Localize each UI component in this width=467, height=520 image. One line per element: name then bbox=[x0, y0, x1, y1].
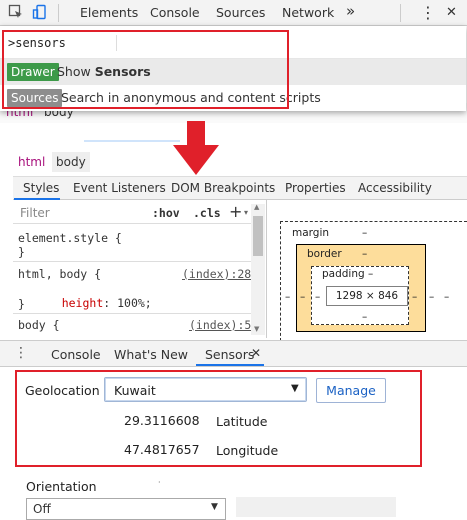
small-dot: · bbox=[158, 478, 161, 487]
drawer-tab-sensors[interactable]: Sensors bbox=[205, 347, 254, 362]
padding-left-value: – bbox=[315, 291, 321, 303]
css-property-name: height bbox=[61, 296, 104, 310]
source-link[interactable]: (index):5 bbox=[189, 318, 251, 332]
orientation-visual bbox=[236, 497, 396, 517]
tab-dom-breakpoints[interactable]: DOM Breakpoints bbox=[171, 181, 275, 195]
kebab-menu-icon[interactable]: ⋮ bbox=[420, 3, 436, 22]
css-property-value: 100%; bbox=[117, 296, 152, 310]
margin-right-value: – bbox=[444, 291, 450, 303]
styles-filter-row: Filter :hov .cls + ▾ bbox=[13, 202, 251, 224]
scrollbar-thumb[interactable] bbox=[253, 216, 263, 256]
scroll-up-arrow-icon[interactable]: ▲ bbox=[254, 203, 259, 211]
tab-elements[interactable]: Elements bbox=[80, 5, 138, 20]
drawer-tab-whats-new[interactable]: What's New bbox=[114, 347, 188, 362]
device-toolbar-icon[interactable] bbox=[32, 4, 48, 23]
orientation-label: Orientation bbox=[26, 479, 97, 494]
close-devtools-icon[interactable]: ✕ bbox=[446, 5, 457, 20]
margin-top-value: – bbox=[362, 227, 368, 239]
scroll-down-arrow-icon[interactable]: ▼ bbox=[254, 325, 259, 333]
sensors-tab-underline bbox=[196, 364, 264, 366]
inspect-element-icon[interactable] bbox=[8, 4, 24, 23]
drawer-tab-console[interactable]: Console bbox=[51, 347, 101, 362]
tab-properties[interactable]: Properties bbox=[285, 181, 346, 195]
class-toggle[interactable]: .cls bbox=[193, 206, 221, 220]
tab-console[interactable]: Console bbox=[150, 5, 200, 20]
rule-close: } bbox=[18, 297, 25, 311]
elements-subtabs: Styles Event Listeners DOM Breakpoints P… bbox=[13, 176, 467, 200]
border-top-value: – bbox=[362, 248, 368, 260]
padding-bottom-value: – bbox=[362, 311, 368, 323]
node-underline bbox=[84, 140, 180, 142]
crumb-html[interactable]: html bbox=[14, 152, 49, 172]
tab-accessibility[interactable]: Accessibility bbox=[358, 181, 432, 195]
hover-state-toggle[interactable]: :hov bbox=[152, 206, 180, 220]
red-down-arrow-icon bbox=[173, 121, 219, 175]
rule-divider bbox=[13, 261, 251, 262]
orientation-select[interactable]: Off ▼ bbox=[26, 498, 226, 520]
element-style-rule: element.style { bbox=[18, 231, 122, 245]
pane-divider[interactable] bbox=[266, 200, 267, 338]
padding-right-value: – bbox=[412, 291, 418, 303]
html-body-selector: html, body { bbox=[18, 267, 102, 281]
tab-network[interactable]: Network bbox=[282, 5, 334, 20]
tab-event-listeners[interactable]: Event Listeners bbox=[73, 181, 166, 195]
margin-left-value: – bbox=[285, 291, 291, 303]
devtools-toolbar: Elements Console Sources Network » ⋮ ✕ bbox=[0, 0, 467, 26]
chevron-down-icon: ▾ bbox=[244, 208, 249, 217]
border-label: border bbox=[307, 248, 342, 260]
margin-label: margin bbox=[292, 227, 330, 239]
border-right-value: – bbox=[429, 291, 435, 303]
drawer-menu-icon[interactable]: ⋮ bbox=[14, 345, 28, 361]
crumb-body[interactable]: body bbox=[52, 152, 90, 172]
more-tabs-chevron-icon[interactable]: » bbox=[346, 2, 355, 20]
add-rule-icon[interactable]: + bbox=[229, 202, 242, 221]
rule-divider bbox=[13, 313, 251, 314]
padding-label: padding – bbox=[322, 268, 374, 280]
annotation-box-geolocation bbox=[15, 370, 422, 467]
chevron-down-icon: ▼ bbox=[211, 502, 218, 512]
close-sensors-tab-icon[interactable]: ✕ bbox=[251, 346, 261, 360]
tab-styles[interactable]: Styles bbox=[23, 181, 59, 195]
rule-close: } bbox=[18, 245, 25, 259]
box-model-content-size: 1298 × 846 bbox=[326, 286, 408, 306]
drawer-tabbar: ⋮ Console What's New Sensors ✕ bbox=[0, 340, 467, 367]
filter-input[interactable]: Filter bbox=[20, 206, 50, 220]
body-selector: body { bbox=[18, 318, 60, 332]
tab-sources[interactable]: Sources bbox=[216, 5, 265, 20]
source-link[interactable]: (index):28 bbox=[182, 267, 251, 281]
border-left-value: – bbox=[300, 291, 306, 303]
annotation-box-command-menu bbox=[2, 30, 289, 109]
